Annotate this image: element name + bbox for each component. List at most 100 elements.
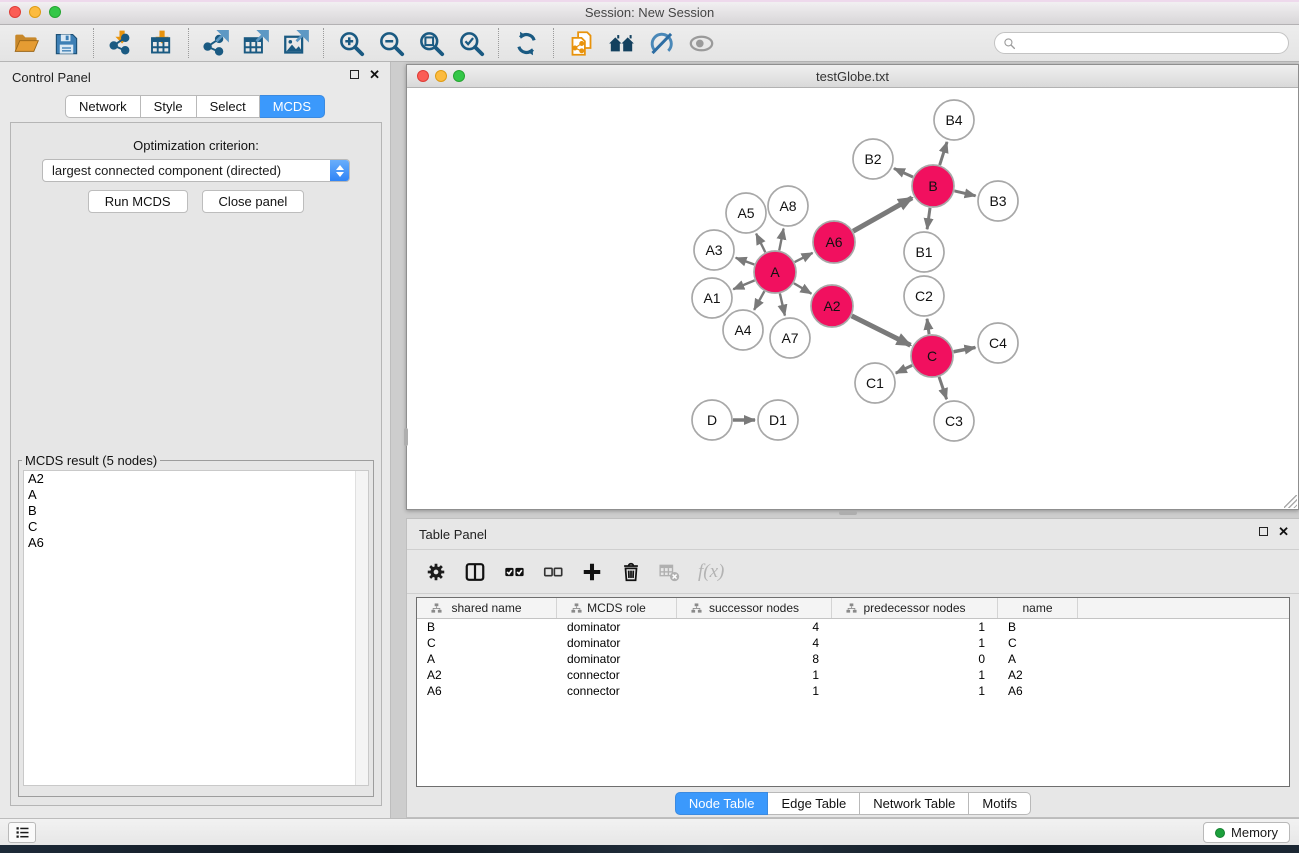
table-row[interactable]: A2connector11A2 bbox=[417, 667, 1289, 683]
table-row[interactable]: Adominator80A bbox=[417, 651, 1289, 667]
tab-style[interactable]: Style bbox=[141, 95, 197, 118]
table-row[interactable]: A6connector11A6 bbox=[417, 683, 1289, 699]
table-row[interactable]: Bdominator41B bbox=[417, 619, 1289, 635]
toolbar-group bbox=[6, 27, 86, 59]
save-session-icon[interactable] bbox=[46, 27, 86, 59]
vertical-splitter-handle[interactable] bbox=[404, 428, 408, 446]
graph-edge-A-A7[interactable] bbox=[780, 293, 785, 315]
close-panel-icon[interactable]: ✕ bbox=[369, 69, 380, 80]
refresh-icon[interactable] bbox=[506, 27, 546, 59]
graph-node-label-C4: C4 bbox=[989, 335, 1007, 351]
graph-edge-A-A4[interactable] bbox=[754, 291, 764, 310]
resize-grip-icon[interactable] bbox=[1284, 495, 1297, 508]
toolbar-separator bbox=[323, 28, 324, 58]
trash-icon[interactable] bbox=[616, 557, 646, 587]
graph-node-label-A7: A7 bbox=[781, 330, 798, 346]
horizontal-splitter-handle[interactable] bbox=[839, 511, 857, 515]
network-view[interactable]: B4B2BB3A8A5A6A3B1AC2A1A2A4A7C4CC1C3DD1 bbox=[407, 88, 1298, 509]
column-header-successor-nodes[interactable]: successor nodes bbox=[677, 598, 832, 618]
tab-select[interactable]: Select bbox=[197, 95, 260, 118]
table-panel: Table Panel ✕ f(x) shared name MCDS role… bbox=[406, 518, 1299, 818]
graph-edge-C-C3[interactable] bbox=[939, 377, 947, 399]
tab-mcds[interactable]: MCDS bbox=[260, 95, 325, 118]
gear-icon[interactable] bbox=[421, 557, 451, 587]
close-table-panel-icon[interactable]: ✕ bbox=[1278, 526, 1289, 537]
run-mcds-button[interactable]: Run MCDS bbox=[88, 190, 188, 213]
tab-node-table[interactable]: Node Table bbox=[675, 792, 769, 815]
graph-edge-A6-B[interactable] bbox=[853, 198, 912, 231]
graph-node-label-C: C bbox=[927, 348, 937, 364]
table-toolbar: f(x) bbox=[407, 549, 1299, 594]
table-row[interactable]: Cdominator41C bbox=[417, 635, 1289, 651]
graph-edge-B-B3[interactable] bbox=[954, 191, 975, 196]
float-panel-icon[interactable] bbox=[350, 70, 359, 79]
search-input[interactable] bbox=[1021, 36, 1280, 51]
tab-motifs[interactable]: Motifs bbox=[969, 792, 1031, 815]
zoom-in-icon[interactable] bbox=[331, 27, 371, 59]
graph-edge-C-C4[interactable] bbox=[954, 347, 976, 351]
graph-edge-C-C1[interactable] bbox=[896, 365, 912, 373]
tab-edge-table[interactable]: Edge Table bbox=[768, 792, 860, 815]
deselect-all-icon[interactable] bbox=[538, 557, 568, 587]
graph-edge-A-A2[interactable] bbox=[794, 283, 811, 293]
graph-edge-A-A8[interactable] bbox=[779, 229, 783, 251]
import-network-icon[interactable] bbox=[101, 27, 141, 59]
graph-edge-A2-C[interactable] bbox=[852, 316, 911, 345]
delete-table-icon bbox=[655, 557, 685, 587]
column-header-MCDS-role[interactable]: MCDS role bbox=[557, 598, 677, 618]
result-item[interactable]: A6 bbox=[24, 535, 368, 551]
import-table-icon[interactable] bbox=[141, 27, 181, 59]
mcds-result-list[interactable]: A2ABCA6 bbox=[23, 470, 369, 786]
graph-edge-B-B4[interactable] bbox=[940, 142, 947, 165]
column-header-predecessor-nodes[interactable]: predecessor nodes bbox=[832, 598, 998, 618]
float-table-panel-icon[interactable] bbox=[1259, 527, 1268, 536]
search-field[interactable] bbox=[994, 32, 1289, 54]
tab-network[interactable]: Network bbox=[65, 95, 141, 118]
zoom-fit-icon[interactable] bbox=[411, 27, 451, 59]
hide-graphics-icon[interactable] bbox=[641, 27, 681, 59]
graph-edge-A-A6[interactable] bbox=[795, 253, 813, 262]
cell-MCDS-role: connector bbox=[557, 668, 677, 682]
network-graph[interactable]: B4B2BB3A8A5A6A3B1AC2A1A2A4A7C4CC1C3DD1 bbox=[407, 88, 1298, 509]
graph-edge-B-B2[interactable] bbox=[894, 168, 913, 177]
open-session-icon[interactable] bbox=[6, 27, 46, 59]
network-window-titlebar[interactable]: testGlobe.txt bbox=[407, 65, 1298, 88]
memory-button[interactable]: Memory bbox=[1203, 822, 1290, 843]
result-item[interactable]: A bbox=[24, 487, 368, 503]
add-column-icon[interactable] bbox=[577, 557, 607, 587]
zoom-out-icon[interactable] bbox=[371, 27, 411, 59]
graph-edge-C-C2[interactable] bbox=[927, 319, 929, 334]
column-header-shared-name[interactable]: shared name bbox=[417, 598, 557, 618]
column-label: name bbox=[1022, 601, 1052, 615]
graph-edge-A-A5[interactable] bbox=[756, 234, 765, 253]
zoom-selected-icon[interactable] bbox=[451, 27, 491, 59]
graph-edge-B-B1[interactable] bbox=[927, 208, 930, 229]
result-item[interactable]: C bbox=[24, 519, 368, 535]
export-image-icon[interactable] bbox=[276, 27, 316, 59]
export-table-icon[interactable] bbox=[236, 27, 276, 59]
status-bar: Memory bbox=[0, 818, 1299, 845]
node-table[interactable]: shared name MCDS role successor nodes pr… bbox=[416, 597, 1290, 787]
column-attr-icon bbox=[424, 603, 435, 614]
close-panel-button[interactable]: Close panel bbox=[202, 190, 305, 213]
export-network-icon[interactable] bbox=[196, 27, 236, 59]
graph-edge-A-A1[interactable] bbox=[733, 280, 754, 289]
tab-network-table[interactable]: Network Table bbox=[860, 792, 969, 815]
cybrowser-icon[interactable] bbox=[601, 27, 641, 59]
split-column-icon[interactable] bbox=[460, 557, 490, 587]
result-item[interactable]: B bbox=[24, 503, 368, 519]
table-panel-title: Table Panel bbox=[419, 527, 487, 542]
cell-predecessor-nodes: 1 bbox=[832, 668, 998, 682]
task-history-button[interactable] bbox=[8, 822, 36, 843]
main-toolbar bbox=[0, 25, 1299, 62]
result-item[interactable]: A2 bbox=[24, 471, 368, 487]
graph-edge-A-A3[interactable] bbox=[736, 258, 755, 265]
result-scrollbar[interactable] bbox=[355, 471, 368, 785]
graph-node-label-D1: D1 bbox=[769, 412, 787, 428]
criterion-dropdown[interactable]: largest connected component (directed) bbox=[42, 159, 350, 182]
select-all-icon[interactable] bbox=[499, 557, 529, 587]
control-panel-title: Control Panel bbox=[12, 70, 91, 85]
new-network-selection-icon[interactable] bbox=[561, 27, 601, 59]
column-header-name[interactable]: name bbox=[998, 598, 1078, 618]
toolbar-group bbox=[561, 27, 721, 59]
